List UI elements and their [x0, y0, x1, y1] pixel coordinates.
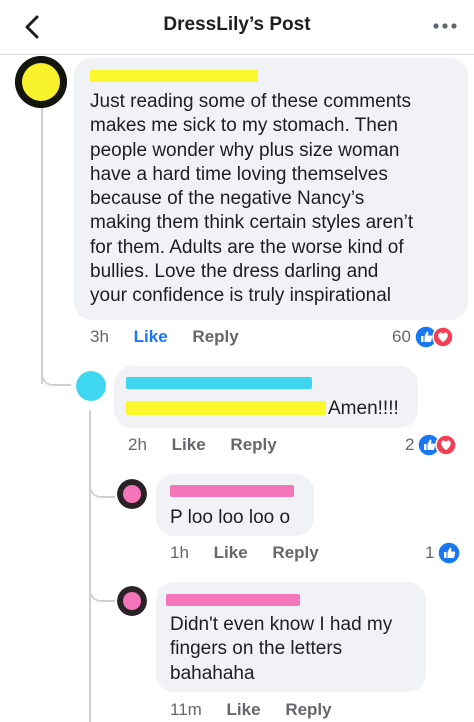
- page-title: DressLily’s Post: [163, 14, 311, 35]
- redacted-author-name: [90, 70, 258, 82]
- post-header: DressLily’s Post: [0, 0, 474, 55]
- reply-button[interactable]: Reply: [192, 327, 238, 346]
- redacted-author-name: [170, 485, 294, 497]
- more-options-button[interactable]: [430, 14, 460, 38]
- love-reaction-icon: [432, 326, 454, 348]
- avatar[interactable]: [117, 586, 147, 616]
- reaction-summary[interactable]: 1: [425, 541, 462, 565]
- redacted-author-name: [166, 594, 300, 606]
- comment-actions: 3h Like Reply: [90, 327, 259, 347]
- redacted-text-highlight: [126, 401, 326, 415]
- comment-text: Just reading some of these comments make…: [90, 91, 414, 307]
- comment-time: 11m: [170, 700, 202, 719]
- comment-text: Amen!!!!: [328, 398, 399, 419]
- reply-button[interactable]: Reply: [272, 543, 318, 562]
- avatar[interactable]: [15, 56, 67, 108]
- love-reaction-icon: [435, 434, 458, 456]
- like-button[interactable]: Like: [227, 700, 261, 719]
- like-reaction-icon: [437, 541, 462, 565]
- comment-actions: 2h Like Reply: [128, 435, 297, 455]
- thread-line-main: [41, 104, 43, 384]
- comment-text: P loo loo loo o: [170, 507, 291, 528]
- thread-line-reply-curve-2: [89, 588, 115, 602]
- reaction-summary[interactable]: 60: [392, 325, 454, 349]
- avatar-redacted-icon: [117, 479, 147, 509]
- thread-line-main-curve: [41, 372, 71, 386]
- ellipsis-icon: [433, 23, 457, 29]
- avatar-redacted-icon: [76, 371, 106, 401]
- redacted-author-name: [126, 377, 312, 389]
- reaction-count: 2: [405, 435, 415, 454]
- comment-time: 1h: [170, 543, 189, 562]
- comment-time: 2h: [128, 435, 147, 454]
- comment-actions: 11m Like Reply: [170, 700, 352, 720]
- reply-button[interactable]: Reply: [285, 700, 331, 719]
- like-button[interactable]: Like: [134, 327, 168, 346]
- like-button[interactable]: Like: [214, 543, 248, 562]
- comment-actions: 1h Like Reply: [170, 543, 339, 563]
- like-button[interactable]: Like: [172, 435, 206, 454]
- avatar-redacted-icon: [117, 586, 147, 616]
- reaction-summary[interactable]: 2: [405, 433, 458, 457]
- reaction-count: 1: [425, 543, 435, 562]
- comment-text: Didn't even know I had my fingers on the…: [170, 614, 393, 684]
- reply-button[interactable]: Reply: [230, 435, 276, 454]
- avatar[interactable]: [117, 479, 147, 509]
- avatar[interactable]: [76, 371, 106, 401]
- avatar-redacted-icon: [15, 56, 67, 108]
- thread-line-replies: [89, 410, 91, 722]
- comment-time: 3h: [90, 327, 109, 346]
- thread-line-reply-curve-1: [89, 484, 115, 498]
- reaction-count: 60: [392, 327, 411, 346]
